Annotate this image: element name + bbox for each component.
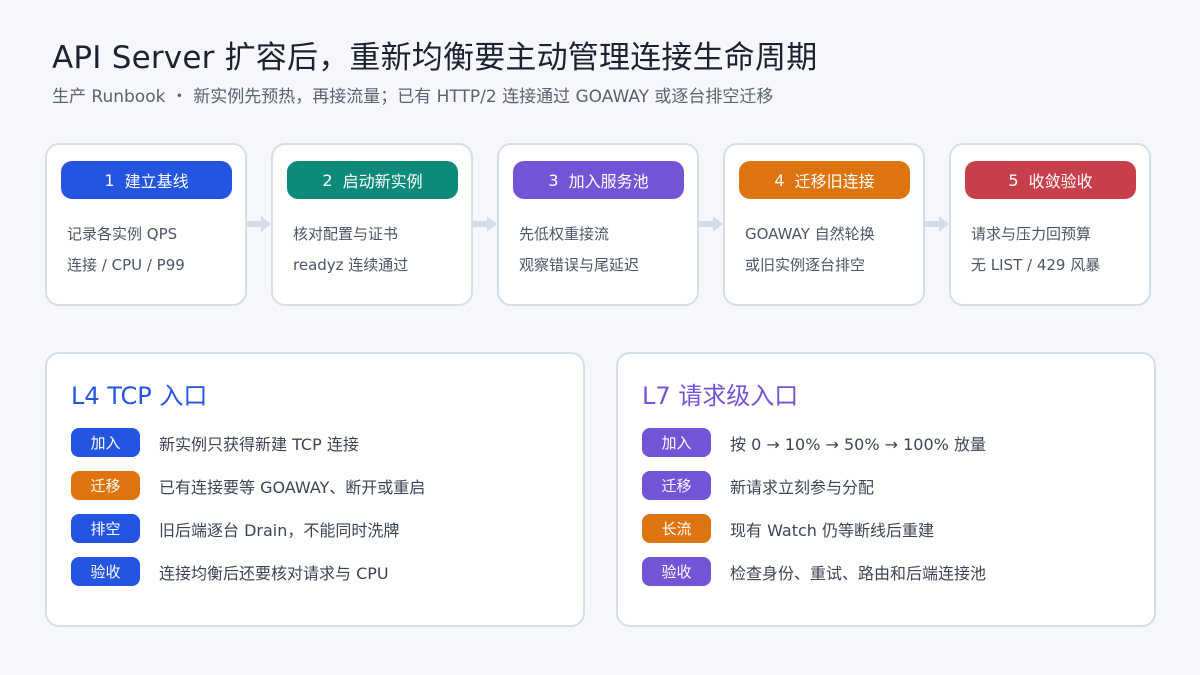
step-detail: 请求与压力回预算 [971,225,1092,243]
l7-row: 验收 检查身份、重试、路由和后端连接池 [642,557,1142,587]
step-pill-1: 1 建立基线 [61,161,232,199]
step-label: 加入服务池 [568,172,649,191]
l7-row: 加入 按 0 → 10% → 50% → 100% 放量 [642,428,1142,458]
step-pill-3: 3 加入服务池 [513,161,684,199]
status-badge: 长流 [642,514,711,543]
status-badge: 排空 [71,514,140,543]
status-badge: 加入 [71,428,140,457]
l4-row: 加入 新实例只获得新建 TCP 连接 [71,428,571,458]
step-detail: 记录各实例 QPS [67,225,178,243]
page-subtitle: 生产 Runbook ・ 新实例先预热，再接流量；已有 HTTP/2 连接通过 … [52,87,774,107]
step-card-1: 1 建立基线 记录各实例 QPS 连接 / CPU / P99 [45,143,247,306]
step-card-2: 2 启动新实例 核对配置与证书 readyz 连续通过 [271,143,473,306]
step-card-5: 5 收敛验收 请求与压力回预算 无 LIST / 429 风暴 [949,143,1151,306]
row-description: 按 0 → 10% → 50% → 100% 放量 [730,435,986,454]
step-detail: 核对配置与证书 [293,225,399,243]
step-card-3: 3 加入服务池 先低权重接流 观察错误与尾延迟 [497,143,699,306]
step-label: 迁移旧连接 [794,172,875,191]
row-description: 检查身份、重试、路由和后端连接池 [730,564,987,583]
l7-panel: L7 请求级入口 加入 按 0 → 10% → 50% → 100% 放量 迁移… [616,352,1156,627]
step-detail: readyz 连续通过 [293,256,409,274]
step-pill-4: 4 迁移旧连接 [739,161,910,199]
l7-row: 长流 现有 Watch 仍等断线后重建 [642,514,1142,544]
step-number: 4 [774,170,785,190]
row-description: 新实例只获得新建 TCP 连接 [159,435,359,454]
l4-row: 验收 连接均衡后还要核对请求与 CPU [71,557,571,587]
step-number: 3 [548,170,559,190]
status-badge: 验收 [642,557,711,586]
flow-arrow-icon [473,216,497,232]
status-badge: 迁移 [71,471,140,500]
status-badge: 加入 [642,428,711,457]
row-description: 已有连接要等 GOAWAY、断开或重启 [159,478,426,497]
l7-row: 迁移 新请求立刻参与分配 [642,471,1142,501]
l4-panel-title: L4 TCP 入口 [71,382,208,410]
l4-row: 迁移 已有连接要等 GOAWAY、断开或重启 [71,471,571,501]
step-detail: 或旧实例逐台排空 [745,256,866,274]
page-title: API Server 扩容后，重新均衡要主动管理连接生命周期 [52,40,818,76]
status-badge: 验收 [71,557,140,586]
step-detail: GOAWAY 自然轮换 [745,225,875,243]
step-card-4: 4 迁移旧连接 GOAWAY 自然轮换 或旧实例逐台排空 [723,143,925,306]
row-description: 连接均衡后还要核对请求与 CPU [159,564,389,583]
step-pill-5: 5 收敛验收 [965,161,1136,199]
flow-arrow-icon [925,216,949,232]
step-number: 2 [322,170,333,190]
step-detail: 先低权重接流 [519,225,610,243]
l4-row: 排空 旧后端逐台 Drain，不能同时洗牌 [71,514,571,544]
flow-arrow-icon [699,216,723,232]
step-label: 建立基线 [124,172,189,191]
row-description: 现有 Watch 仍等断线后重建 [730,521,934,540]
status-badge: 迁移 [642,471,711,500]
step-number: 1 [104,170,115,190]
step-number: 5 [1008,170,1019,190]
step-detail: 连接 / CPU / P99 [67,256,185,274]
step-detail: 观察错误与尾延迟 [519,256,640,274]
step-label: 收敛验收 [1028,172,1093,191]
step-detail: 无 LIST / 429 风暴 [971,256,1101,274]
flow-arrow-icon [247,216,271,232]
l7-panel-title: L7 请求级入口 [642,382,799,410]
row-description: 新请求立刻参与分配 [730,478,875,497]
step-label: 启动新实例 [342,172,423,191]
step-pill-2: 2 启动新实例 [287,161,458,199]
row-description: 旧后端逐台 Drain，不能同时洗牌 [159,521,400,540]
l4-panel: L4 TCP 入口 加入 新实例只获得新建 TCP 连接 迁移 已有连接要等 G… [45,352,585,627]
